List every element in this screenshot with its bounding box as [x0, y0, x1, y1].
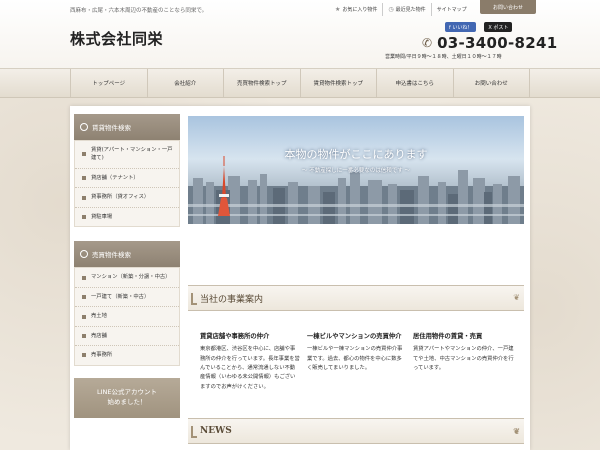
hero-banner: 本物の物件がここにあります 〜 不動産探しに一番必要なのは信頼です 〜 — [188, 116, 524, 224]
site-header: 西麻布・広尾・六本木周辺の不動産のことなら同栄で。 株式会社同栄 ★ お気に入り… — [0, 0, 600, 72]
recent-link[interactable]: ◷ 最近見た物件 — [383, 3, 432, 16]
business-item-residential: 居住用物件の賃貸・売買 賃貸アパートやマンションの仲介、一戸建てや土地、中古マン… — [413, 332, 518, 373]
sitemap-label: サイトマップ — [436, 7, 467, 13]
star-icon: ★ — [335, 6, 341, 13]
sidebar-item-rent-office[interactable]: 貸事務所（貸オフィス） — [75, 188, 179, 208]
ring-icon — [80, 123, 88, 131]
ornament-icon: ❦ — [513, 293, 520, 302]
ring-icon — [80, 250, 88, 259]
nav-item-rent-search[interactable]: 賃貸物件検索トップ — [299, 69, 377, 97]
hero-title: 本物の物件がここにあります — [284, 148, 428, 161]
ornament-icon: ❦ — [513, 426, 520, 436]
nav-item-sale-search[interactable]: 売買物件検索トップ — [223, 69, 300, 97]
x-post-button[interactable]: X ポスト — [484, 22, 513, 32]
favorites-label: お気に入り物件 — [342, 7, 378, 13]
clock-icon: ◷ — [388, 6, 394, 13]
recent-label: 最近見た物件 — [395, 7, 426, 13]
business-heading-text: 当社の事業案内 — [200, 294, 264, 305]
nav-item-contact[interactable]: お問い合わせ — [452, 69, 530, 97]
top-links: ★ お気に入り物件 ◷ 最近見た物件 サイトマップ — [330, 2, 472, 17]
facebook-like-button[interactable]: f いいね！ — [445, 22, 477, 32]
sitemap-link[interactable]: サイトマップ — [432, 3, 472, 16]
site-logo[interactable]: 株式会社同栄 — [70, 28, 163, 49]
line-banner-line1: LINE公式アカウント — [96, 387, 157, 396]
sale-search-heading: 売買物件検索 — [74, 241, 180, 268]
sidebar-item-rent-residential[interactable]: 賃貸(アパート・マンション・一戸建て) — [75, 141, 179, 169]
sidebar-item-sale-office[interactable]: 売事務所 — [75, 346, 179, 364]
nav-items: トップページ 会社紹介 売買物件検索トップ 賃貸物件検索トップ 申込書はこちら … — [70, 69, 530, 97]
business-item-title: 賃貸店舗や事務所の仲介 — [200, 333, 270, 340]
phone-icon: ✆ — [422, 36, 433, 50]
nav-item-application[interactable]: 申込書はこちら — [376, 69, 453, 97]
rent-search-title: 賃貸物件検索 — [92, 124, 131, 132]
sidebar: 賃貸物件検索 賃貸(アパート・マンション・一戸建て) 貸店舗（テナント） 貸事務… — [74, 114, 180, 418]
sidebar-item-sale-house[interactable]: 一戸建て（新築・中古） — [75, 288, 179, 308]
news-heading-text: NEWS — [200, 426, 232, 436]
rent-search-heading: 賃貸物件検索 — [74, 114, 180, 140]
news-section-heading: NEWS ❦ — [188, 418, 524, 444]
line-official-banner[interactable]: LINE公式アカウント 始めました！ — [74, 377, 180, 418]
business-item-title: 一棟ビルやマンションの売買仲介 — [307, 333, 402, 340]
sidebar-item-rent-parking[interactable]: 貸駐車場 — [75, 208, 179, 226]
business-hours: 営業時間/平日９時～１８時、土曜日１０時～１７時 — [385, 54, 502, 60]
business-section-heading: 当社の事業案内 ❦ — [188, 285, 524, 311]
sale-search-list: マンション（新築・分譲・中古） 一戸建て（新築・中古） 売土地 売店舗 売事務所 — [74, 267, 180, 366]
business-item-title: 居住用物件の賃貸・売買 — [413, 333, 483, 340]
sidebar-item-sale-store[interactable]: 売店舗 — [75, 327, 179, 347]
sidebar-item-rent-store[interactable]: 貸店舗（テナント） — [75, 169, 179, 189]
nav-item-top[interactable]: トップページ — [70, 69, 147, 97]
heading-corner-icon — [191, 293, 197, 305]
heading-corner-icon — [191, 426, 197, 438]
business-item-text: 一棟ビルや一棟マンションの売買仲介事業です。過去、都心の物件を中心に数多く販売し… — [307, 346, 403, 371]
rent-search-list: 賃貸(アパート・マンション・一戸建て) 貸店舗（テナント） 貸事務所（貸オフィス… — [74, 140, 180, 228]
page: 西麻布・広尾・六本木周辺の不動産のことなら同栄で。 株式会社同栄 ★ お気に入り… — [0, 0, 600, 450]
business-item-text: 東京都港区、渋谷区を中心に、店舗や事務所の仲介を行っています。長年事業を営んでい… — [200, 346, 300, 390]
contact-tab-button[interactable]: お問い合わせ — [480, 0, 536, 14]
sidebar-item-sale-mansion[interactable]: マンション（新築・分譲・中古） — [75, 268, 179, 288]
line-banner-line2: 始めました！ — [107, 397, 147, 406]
sidebar-item-sale-land[interactable]: 売土地 — [75, 307, 179, 327]
sale-search-title: 売買物件検索 — [92, 251, 131, 260]
phone-block: ✆ 03-3400-8241 — [422, 34, 557, 52]
business-item-building-sale: 一棟ビルやマンションの売買仲介 一棟ビルや一棟マンションの売買仲介事業です。過去… — [307, 332, 407, 373]
favorites-link[interactable]: ★ お気に入り物件 — [330, 3, 384, 16]
site-tagline: 西麻布・広尾・六本木周辺の不動産のことなら同栄で。 — [70, 8, 208, 14]
business-item-text: 賃貸アパートやマンションの仲介、一戸建てや土地、中古マンションの売買仲介を行って… — [413, 346, 514, 371]
nav-item-company[interactable]: 会社紹介 — [146, 69, 224, 97]
business-item-rent-store: 賃貸店舗や事務所の仲介 東京都港区、渋谷区を中心に、店舗や事務所の仲介を行ってい… — [200, 332, 300, 392]
phone-number[interactable]: 03-3400-8241 — [437, 34, 557, 52]
global-nav: トップページ 会社紹介 売買物件検索トップ 賃貸物件検索トップ 申込書はこちら … — [0, 68, 600, 98]
hero-subtitle: 〜 不動産探しに一番必要なのは信頼です 〜 — [302, 168, 410, 174]
social-buttons: f いいね！ X ポスト — [445, 22, 513, 32]
